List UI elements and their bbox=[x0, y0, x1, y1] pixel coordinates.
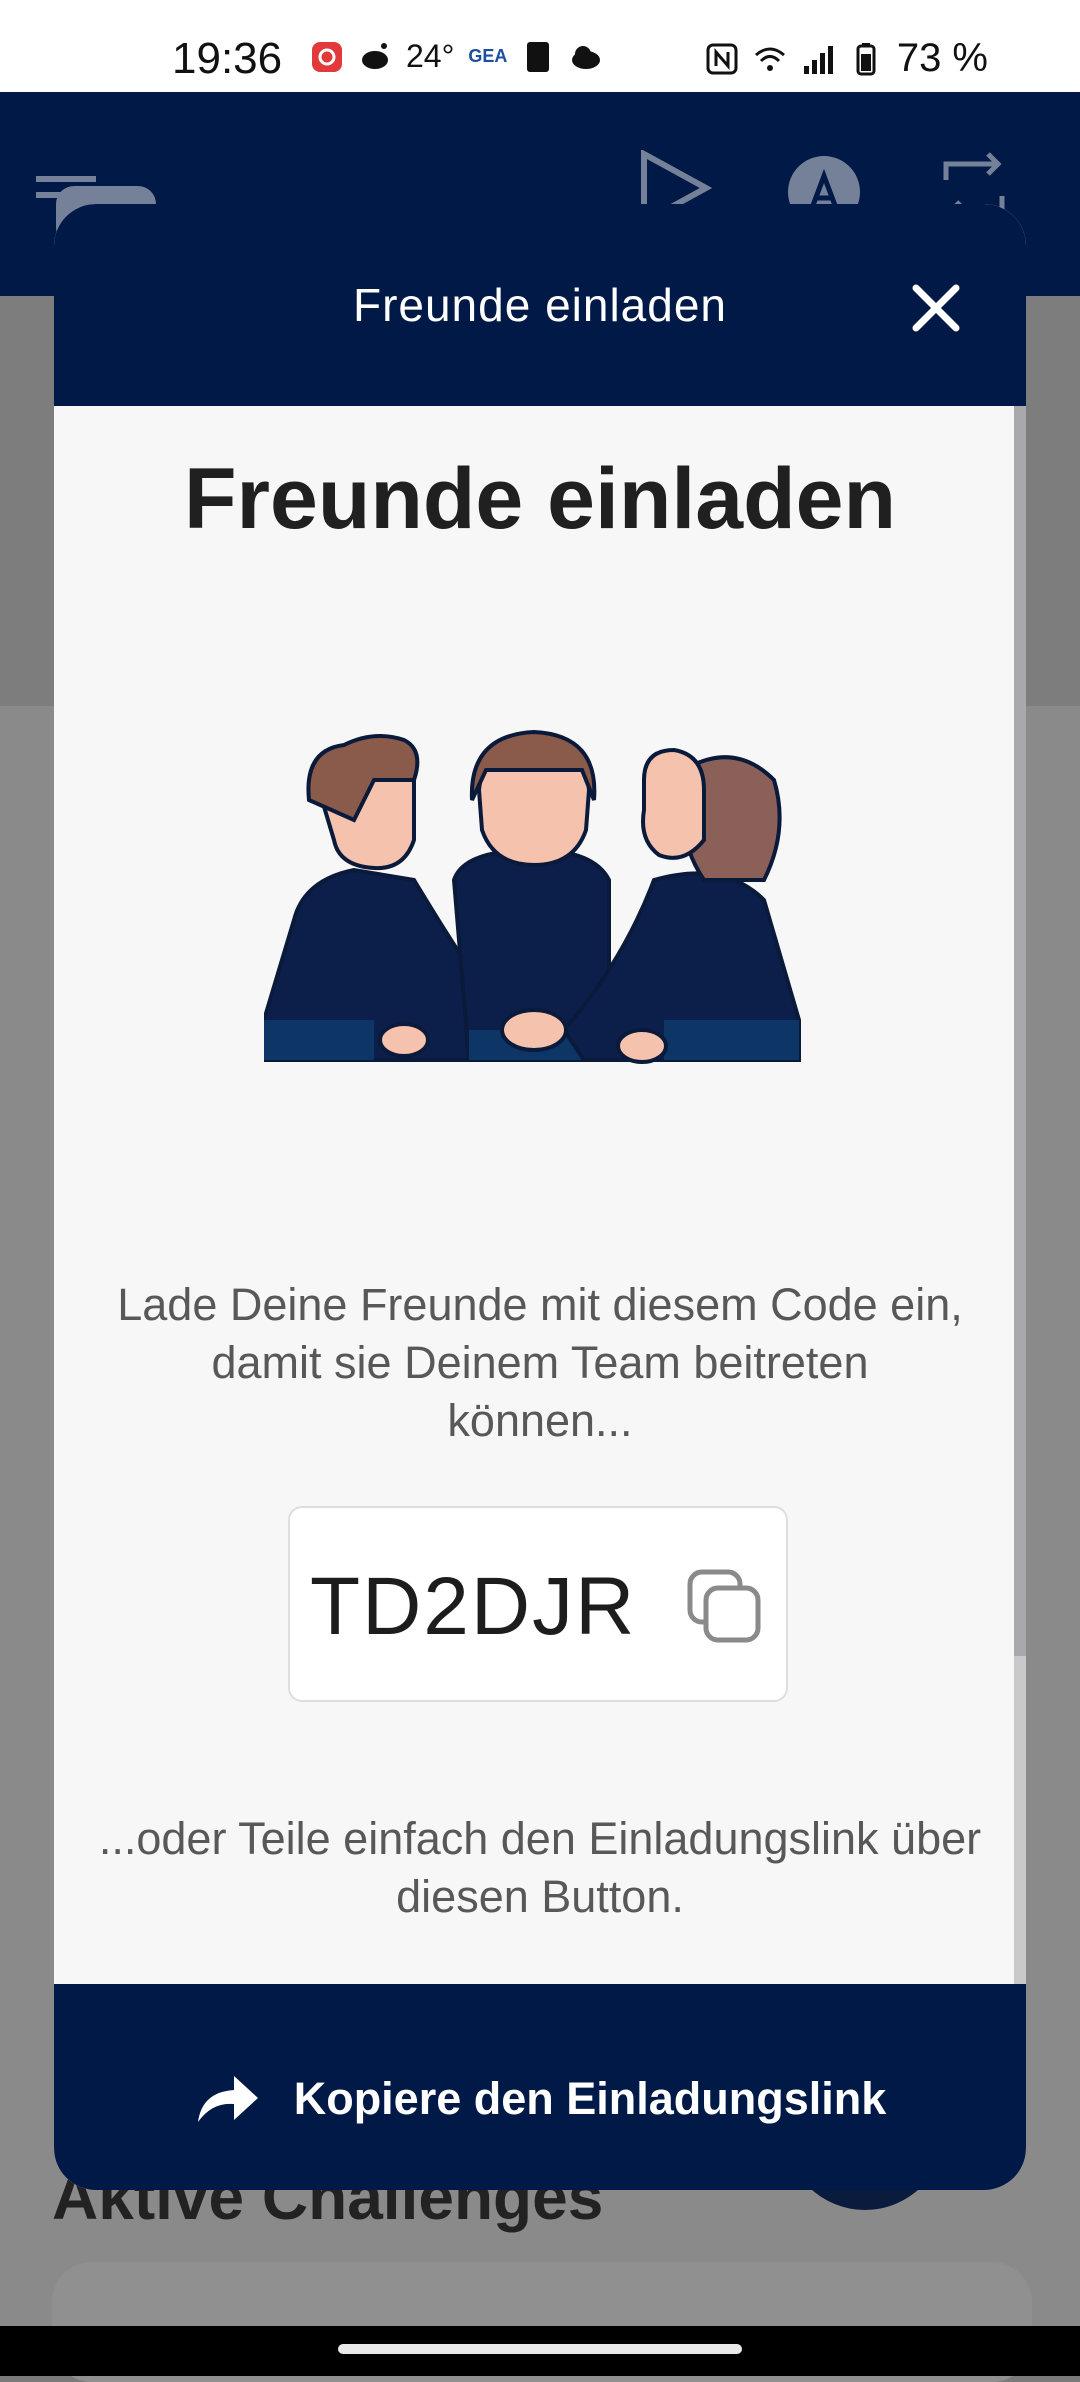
modal-heading: Freunde einladen bbox=[183, 451, 897, 547]
modal-header-title: Freunde einladen bbox=[352, 279, 728, 331]
battery-icon bbox=[856, 42, 876, 75]
weather-brand: GEA bbox=[468, 46, 508, 66]
recorder-icon bbox=[312, 41, 342, 72]
invite-description: Lade Deine Freunde mit diesem Code ein, … bbox=[117, 1279, 963, 1446]
status-time: 19:36 bbox=[172, 34, 283, 83]
copy-icon[interactable] bbox=[686, 1568, 762, 1644]
cast-icon bbox=[527, 41, 550, 72]
notification-icons: 24° GEA bbox=[310, 38, 603, 75]
cloud-icon bbox=[572, 45, 601, 69]
signal-icon bbox=[803, 45, 833, 74]
system-icons: 73 % bbox=[705, 36, 988, 81]
battery-percent: 73 % bbox=[896, 36, 988, 80]
cta-label: Kopiere den Einladungslink bbox=[293, 2073, 887, 2124]
invite-code: TD2DJR bbox=[310, 1561, 637, 1652]
invite-friends-modal: Freunde einladen Freunde einladen Lade D… bbox=[54, 204, 1026, 2190]
reddit-icon bbox=[362, 42, 388, 69]
home-gesture-pill[interactable] bbox=[338, 2344, 742, 2354]
status-bar: 19:36 24° GEA 73 % bbox=[0, 0, 1080, 92]
close-icon[interactable] bbox=[908, 280, 964, 336]
modal-header: Freunde einladen bbox=[54, 204, 1026, 406]
cta-content: Kopiere den Einladungslink bbox=[54, 2072, 1026, 2126]
team-hands-illustration bbox=[264, 730, 801, 1064]
share-hint-text: ...oder Teile einfach den Einladungslink… bbox=[98, 1813, 982, 1922]
copy-invite-link-button[interactable]: Kopiere den Einladungslink bbox=[54, 1984, 1026, 2190]
wifi-icon bbox=[754, 47, 785, 71]
invite-code-box[interactable]: TD2DJR bbox=[288, 1506, 788, 1702]
nfc-icon bbox=[706, 43, 738, 74]
scrollbar-thumb[interactable] bbox=[1014, 406, 1026, 1656]
temperature: 24° bbox=[406, 38, 455, 74]
share-arrow-icon bbox=[197, 2076, 258, 2122]
